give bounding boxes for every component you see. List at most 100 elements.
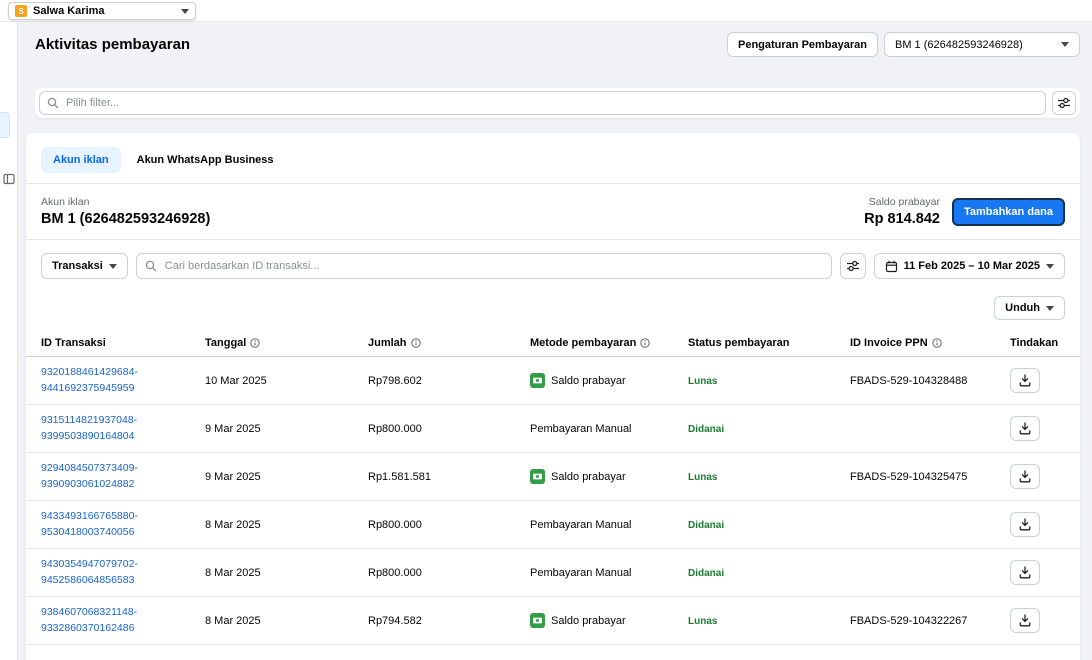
filter-settings-button[interactable] [1052, 91, 1076, 115]
payment-method-cell: Saldo prabayar [530, 613, 688, 628]
payment-status-badge: Didanai [688, 424, 724, 435]
transaction-amount: Rp800.000 [368, 519, 530, 531]
payment-method-cell: Pembayaran Manual [530, 567, 688, 579]
transaction-id-line1: 9433493166765880- [41, 509, 205, 525]
download-row: Unduh [26, 292, 1080, 330]
account-type-tabs: Akun iklan Akun WhatsApp Business [26, 133, 1080, 183]
chevron-down-icon [181, 9, 189, 14]
download-receipt-button[interactable] [1010, 464, 1040, 489]
header-actions: Pengaturan Pembayaran BM 1 (626482593246… [727, 32, 1080, 57]
transaction-id-link[interactable]: 9384607068321148- 9332860370162486 [41, 605, 205, 637]
column-settings-button[interactable] [840, 253, 866, 279]
invoice-id: FBADS-529-104322267 [850, 615, 1010, 627]
table-body: 9320188461429684- 9441692375945959 10 Ma… [26, 357, 1080, 645]
transaction-id-line1: 9430354947079702- [41, 557, 205, 573]
chevron-down-icon [1046, 306, 1054, 311]
transaction-id-line2: 9452586064856583 [41, 573, 205, 589]
transaction-search-wrap [136, 253, 832, 279]
transaction-id-link[interactable]: 9430354947079702- 9452586064856583 [41, 557, 205, 589]
transaction-amount: Rp800.000 [368, 423, 530, 435]
transaction-id-line2: 9332860370162486 [41, 621, 205, 637]
column-header-tanggal: Tanggal [205, 337, 368, 349]
column-header-status-pembayaran: Status pembayaran [688, 337, 850, 349]
search-icon [47, 97, 59, 109]
chevron-down-icon [109, 264, 117, 269]
transaction-date: 8 Mar 2025 [205, 615, 368, 627]
sidebar-collapsed-item[interactable] [0, 112, 10, 138]
transaction-id-link[interactable]: 9320188461429684- 9441692375945959 [41, 365, 205, 397]
prepaid-balance-icon [530, 373, 545, 388]
download-receipt-button[interactable] [1010, 416, 1040, 441]
info-icon[interactable] [640, 338, 650, 348]
transaction-id-link[interactable]: 9433493166765880- 9530418003740056 [41, 509, 205, 541]
download-receipt-button[interactable] [1010, 608, 1040, 633]
transaction-id-line1: 9294084507373409- [41, 461, 205, 477]
transaction-type-dropdown[interactable]: Transaksi [41, 253, 128, 279]
transaction-id-line2: 9390903061024882 [41, 477, 205, 493]
payment-status-badge: Lunas [688, 472, 717, 483]
account-name: BM 1 (626482593246928) [41, 211, 210, 227]
prepaid-balance-icon [530, 613, 545, 628]
account-select-dropdown[interactable]: BM 1 (626482593246928) [884, 32, 1080, 57]
column-header-id-invoice-ppn: ID Invoice PPN [850, 337, 1010, 349]
transaction-filters: Transaksi [26, 240, 1080, 292]
filter-bar [35, 88, 1080, 118]
download-receipt-button[interactable] [1010, 512, 1040, 537]
payment-method-cell: Saldo prabayar [530, 373, 688, 388]
payment-method-label: Saldo prabayar [551, 471, 626, 483]
column-header-jumlah: Jumlah [368, 337, 530, 349]
download-receipt-button[interactable] [1010, 368, 1040, 393]
column-header-metode-pembayaran: Metode pembayaran [530, 337, 688, 349]
filter-search-input[interactable] [39, 91, 1046, 115]
transaction-amount: Rp798.602 [368, 375, 530, 387]
filter-search-wrap [39, 91, 1046, 115]
transaction-date: 10 Mar 2025 [205, 375, 368, 387]
prepaid-balance-icon [530, 469, 545, 484]
date-range-picker[interactable]: 11 Feb 2025 – 10 Mar 2025 [874, 253, 1065, 279]
table-row: 9433493166765880- 9530418003740056 8 Mar… [26, 501, 1080, 549]
transaction-amount: Rp800.000 [368, 567, 530, 579]
payment-settings-button[interactable]: Pengaturan Pembayaran [727, 32, 878, 57]
payment-method-cell: Saldo prabayar [530, 469, 688, 484]
payment-activity-card: Akun iklan Akun WhatsApp Business Akun i… [26, 133, 1080, 660]
transaction-search-input[interactable] [136, 253, 832, 279]
table-row: 9320188461429684- 9441692375945959 10 Ma… [26, 357, 1080, 405]
payment-method-label: Saldo prabayar [551, 375, 626, 387]
transaction-id-line1: 9315114821937048- [41, 413, 205, 429]
info-icon[interactable] [411, 338, 421, 348]
payment-activity-page: S Salwa Karima Aktivitas pembayaran Peng… [0, 0, 1092, 660]
payment-status-badge: Lunas [688, 616, 717, 627]
transaction-date: 9 Mar 2025 [205, 471, 368, 483]
download-report-button[interactable]: Unduh [994, 296, 1065, 320]
transaction-date: 9 Mar 2025 [205, 423, 368, 435]
transaction-id-line2: 9530418003740056 [41, 525, 205, 541]
table-row: 9294084507373409- 9390903061024882 9 Mar… [26, 453, 1080, 501]
account-select-label: BM 1 (626482593246928) [895, 39, 1023, 51]
balance-label: Saldo prabayar [869, 196, 940, 208]
chevron-down-icon [1061, 42, 1069, 47]
transaction-id-link[interactable]: 9294084507373409- 9390903061024882 [41, 461, 205, 493]
calendar-icon [885, 260, 898, 273]
transaction-date: 8 Mar 2025 [205, 519, 368, 531]
add-funds-button[interactable]: Tambahkan dana [952, 198, 1065, 226]
info-icon[interactable] [932, 338, 942, 348]
business-account-switcher[interactable]: S Salwa Karima [8, 2, 196, 20]
account-switcher-label: Salwa Karima [33, 5, 175, 17]
payment-method-cell: Pembayaran Manual [530, 423, 688, 435]
download-report-label: Unduh [1005, 302, 1040, 314]
balance-value: Rp 814.842 [864, 211, 940, 227]
transaction-id-line2: 9441692375945959 [41, 381, 205, 397]
payment-status-badge: Didanai [688, 520, 724, 531]
transaction-id-link[interactable]: 9315114821937048- 9399503890164804 [41, 413, 205, 445]
payment-method-label: Saldo prabayar [551, 615, 626, 627]
download-receipt-button[interactable] [1010, 560, 1040, 585]
info-icon[interactable] [250, 338, 260, 348]
page-title: Aktivitas pembayaran [35, 36, 190, 53]
invoice-id: FBADS-529-104325475 [850, 471, 1010, 483]
tab-akun-iklan[interactable]: Akun iklan [41, 147, 121, 173]
account-summary: Akun iklan BM 1 (626482593246928) Saldo … [26, 184, 1080, 239]
sidebar-toggle-icon[interactable] [3, 172, 15, 190]
tab-akun-whatsapp-business[interactable]: Akun WhatsApp Business [125, 147, 286, 173]
account-avatar: S [15, 5, 27, 17]
table-row: 9384607068321148- 9332860370162486 8 Mar… [26, 597, 1080, 645]
